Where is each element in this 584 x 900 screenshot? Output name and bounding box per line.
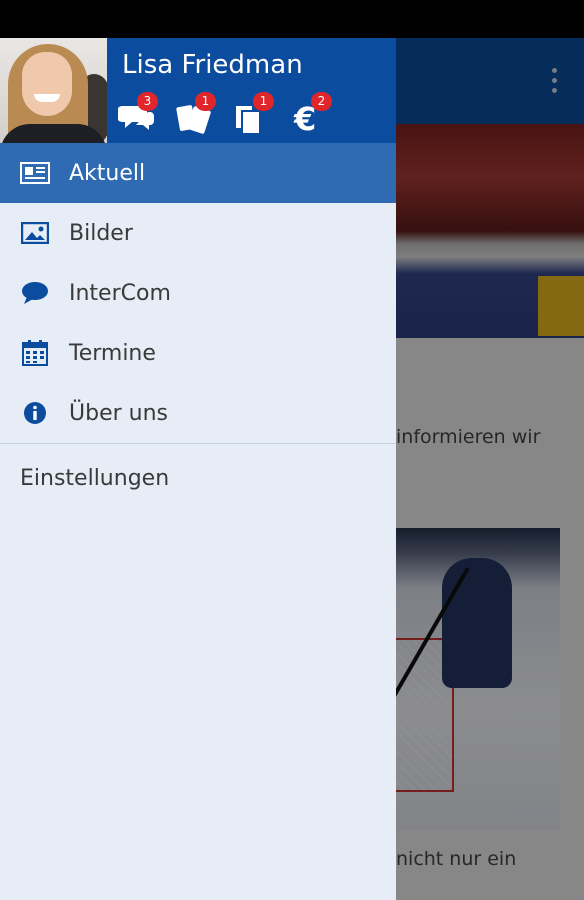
menu-item-label: Über uns [69, 400, 168, 426]
user-name: Lisa Friedman [122, 50, 303, 80]
euro-icon[interactable]: € 2 [292, 92, 332, 136]
settings-item[interactable]: Einstellungen [0, 444, 396, 512]
menu-item-termine[interactable]: Termine [0, 323, 396, 383]
menu-item-aktuell[interactable]: Aktuell [0, 143, 396, 203]
badge-count: 1 [195, 92, 216, 111]
navigation-drawer: Lisa Friedman 3 1 1 € 2 Aktuell Bilder I… [0, 38, 396, 900]
badge-count: 1 [253, 92, 274, 111]
newspaper-icon [20, 158, 50, 188]
menu-item-label: Termine [69, 340, 156, 366]
menu-item-intercom[interactable]: InterCom [0, 263, 396, 323]
tickets-icon[interactable]: 1 [176, 92, 216, 136]
drawer-menu: Aktuell Bilder InterCom Termine Über uns [0, 143, 396, 512]
image-icon [20, 218, 50, 248]
chat-bubble-icon [20, 278, 50, 308]
menu-item-label: InterCom [69, 280, 171, 306]
avatar[interactable] [0, 38, 107, 143]
menu-item-ueber-uns[interactable]: Über uns [0, 383, 396, 443]
menu-item-bilder[interactable]: Bilder [0, 203, 396, 263]
menu-item-label: Aktuell [69, 160, 146, 186]
chat-bubbles-icon[interactable]: 3 [118, 92, 158, 136]
menu-item-label: Bilder [69, 220, 133, 246]
badge-count: 3 [137, 92, 158, 111]
status-bar [0, 0, 584, 38]
info-icon [20, 398, 50, 428]
documents-icon[interactable]: 1 [234, 92, 274, 136]
badge-count: 2 [311, 92, 332, 111]
calendar-icon [20, 338, 50, 368]
drawer-header: Lisa Friedman 3 1 1 € 2 [0, 38, 396, 143]
